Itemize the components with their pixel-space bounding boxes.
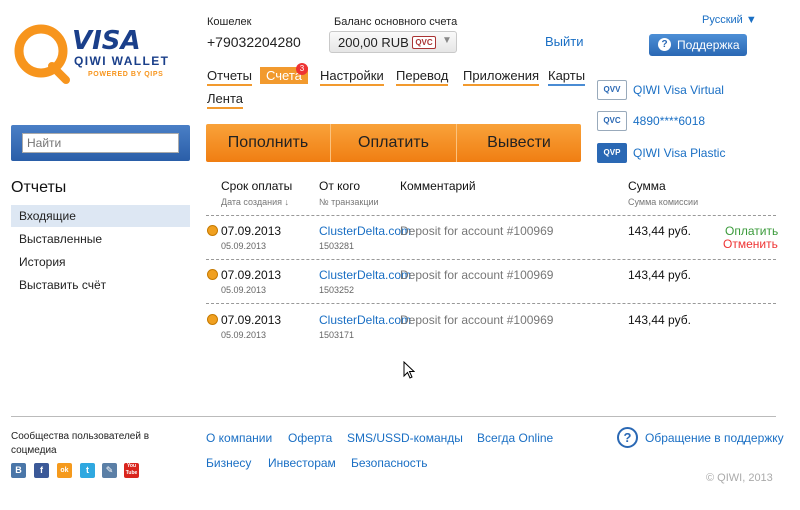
balance-value: 200,00 RUB	[338, 35, 409, 50]
footer-link-about[interactable]: О компании	[206, 431, 272, 445]
row-transaction-id: 1503281	[319, 241, 355, 251]
logo-tagline: POWERED BY QIPS	[88, 71, 164, 78]
row-from-link[interactable]: ClusterDelta.com	[319, 268, 411, 282]
clock-icon	[207, 314, 218, 325]
row-sum: 143,44 руб.	[628, 224, 691, 238]
sidebar-item-incoming[interactable]: Входящие	[11, 205, 190, 227]
header-commission: Сумма комиссии	[628, 197, 699, 207]
facebook-icon[interactable]: f	[34, 463, 49, 478]
support-button[interactable]: ? Поддержка	[649, 34, 747, 56]
logo-product-text: QIWI WALLET	[74, 54, 170, 68]
search-input[interactable]	[22, 133, 179, 153]
withdraw-button[interactable]: Вывести	[457, 124, 581, 162]
language-selector[interactable]: Русский ▼	[702, 14, 757, 26]
qvp-card-icon: QVP	[597, 143, 627, 163]
wallet-label: Кошелек	[207, 16, 252, 28]
footer-link-always-online[interactable]: Всегда Online	[477, 431, 553, 445]
invoices-count-badge: 3	[296, 63, 308, 75]
qvv-card-icon: QVV	[597, 80, 627, 100]
footer-link-offer[interactable]: Оферта	[288, 431, 332, 445]
header-transaction-id: № транзакции	[319, 197, 379, 207]
nav-tab-apps[interactable]: Приложения	[463, 68, 540, 86]
row-due-date: 07.09.2013	[221, 313, 282, 327]
header-sum: Сумма	[628, 179, 666, 193]
row-comment: Deposit for account #100969	[400, 224, 554, 238]
odnoklassniki-icon[interactable]: ok	[57, 463, 72, 478]
topup-button[interactable]: Пополнить	[206, 124, 330, 162]
row-divider	[206, 303, 776, 304]
row-sum: 143,44 руб.	[628, 268, 691, 282]
row-divider	[206, 259, 776, 260]
copyright: © QIWI, 2013	[706, 472, 773, 484]
chevron-down-icon[interactable]: ▼	[442, 35, 452, 46]
footer-link-investors[interactable]: Инвесторам	[268, 456, 336, 470]
nav-tab-settings[interactable]: Настройки	[320, 68, 384, 86]
row-transaction-id: 1503252	[319, 285, 355, 295]
balance-label: Баланс основного счета	[334, 16, 458, 28]
footer-divider	[11, 416, 776, 417]
row-from-link[interactable]: ClusterDelta.com	[319, 224, 411, 238]
community-label: Сообщества пользователей в соцмедиа	[11, 431, 150, 456]
support-request-link[interactable]: Обращение в поддержку	[645, 431, 784, 445]
row-created-date: 05.09.2013	[221, 285, 267, 295]
header-comment: Комментарий	[400, 179, 476, 193]
row-created-date: 05.09.2013	[221, 330, 267, 340]
card-link-qvv[interactable]: QIWI Visa Virtual	[633, 83, 724, 97]
row-pay-link[interactable]: Оплатить	[725, 224, 778, 238]
twitter-icon[interactable]: t	[80, 463, 95, 478]
footer-link-security[interactable]: Безопасность	[351, 456, 428, 470]
header-due-date[interactable]: Срок оплаты	[221, 179, 292, 193]
footer-link-sms-ussd[interactable]: SMS/USSD-команды	[347, 431, 463, 445]
row-created-date: 05.09.2013	[221, 241, 267, 251]
qvc-card-icon: QVC	[597, 111, 627, 131]
pay-button[interactable]: Оплатить	[331, 124, 456, 162]
nav-tab-transfer[interactable]: Перевод	[396, 68, 449, 86]
card-link-qvp[interactable]: QIWI Visa Plastic	[633, 146, 725, 160]
header-from: От кого	[319, 179, 361, 193]
mouse-cursor-icon	[403, 361, 415, 379]
sidebar-item-history[interactable]: История	[11, 251, 190, 273]
vkontakte-icon[interactable]: В	[11, 463, 26, 478]
logo-visa-text: VISA	[72, 26, 141, 56]
nav-tab-reports[interactable]: Отчеты	[207, 68, 252, 86]
question-icon: ?	[658, 38, 671, 51]
nav-tab-feed[interactable]: Лента	[207, 91, 243, 109]
row-comment: Deposit for account #100969	[400, 268, 554, 282]
footer-link-business[interactable]: Бизнесу	[206, 456, 251, 470]
row-cancel-link[interactable]: Отменить	[723, 237, 778, 251]
help-question-icon[interactable]: ?	[617, 427, 638, 448]
row-due-date: 07.09.2013	[221, 268, 282, 282]
nav-tab-cards[interactable]: Карты	[548, 68, 586, 86]
row-divider	[206, 215, 776, 216]
sidebar-title: Отчеты	[11, 179, 67, 196]
card-link-qvc[interactable]: 4890****6018	[633, 114, 705, 128]
livejournal-icon[interactable]: ✎	[102, 463, 117, 478]
clock-icon	[207, 269, 218, 280]
row-from-link[interactable]: ClusterDelta.com	[319, 313, 411, 327]
balance-wallet-tag: QVC	[412, 36, 436, 49]
clock-icon	[207, 225, 218, 236]
logout-link[interactable]: Выйти	[545, 34, 584, 49]
row-due-date: 07.09.2013	[221, 224, 282, 238]
sidebar-item-create-invoice[interactable]: Выставить счёт	[11, 274, 190, 296]
youtube-icon[interactable]: You Tube	[124, 463, 139, 478]
wallet-number: +79032204280	[207, 34, 301, 50]
row-transaction-id: 1503171	[319, 330, 355, 340]
row-sum: 143,44 руб.	[628, 313, 691, 327]
support-button-label: Поддержка	[677, 38, 740, 52]
row-comment: Deposit for account #100969	[400, 313, 554, 327]
header-created-date[interactable]: Дата создания ↓	[221, 197, 289, 207]
sidebar-item-issued[interactable]: Выставленные	[11, 228, 190, 250]
